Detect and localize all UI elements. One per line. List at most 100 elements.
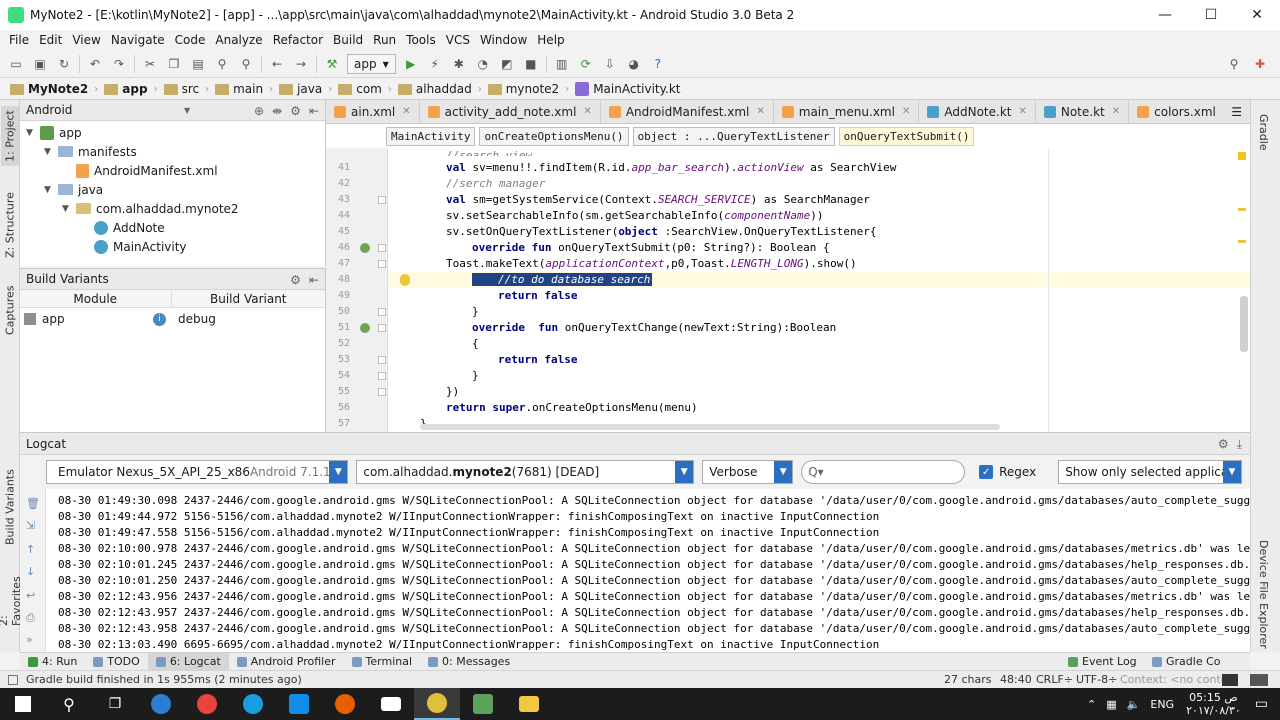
editor-vscrollbar[interactable]	[1240, 296, 1248, 352]
tab-project[interactable]: 1: Project	[1, 106, 19, 166]
expand-arrow-icon[interactable]: ▼	[26, 128, 38, 138]
minimize-button[interactable]: —	[1142, 0, 1188, 30]
windows-start-icon[interactable]	[0, 688, 46, 720]
soft-wrap-icon[interactable]: ↩	[26, 589, 40, 603]
bottom-tab-todo[interactable]: TODO	[85, 653, 148, 671]
up-arrow-icon[interactable]: ↑	[26, 543, 40, 557]
hide-panel-icon[interactable]: ⇤	[309, 104, 319, 118]
fold-marker-icon[interactable]	[378, 372, 386, 380]
fold-marker-icon[interactable]	[378, 308, 386, 316]
bottom-tab-0-messages[interactable]: 0: Messages	[420, 653, 518, 671]
firefox-icon[interactable]	[322, 688, 368, 720]
clock[interactable]: 05:15 ص ٢٠١٧/٠٨/٣٠	[1186, 691, 1241, 717]
process-select[interactable]: com.alhaddad. mynote2 (7681) [DEAD] ▼	[356, 460, 695, 484]
menu-code[interactable]: Code	[170, 33, 211, 47]
tree-item[interactable]: ▼ java	[20, 180, 325, 199]
redo-icon[interactable]: ↷	[108, 53, 130, 75]
hide-panel-icon[interactable]: ⤓	[1237, 437, 1242, 452]
nav-crumb[interactable]: app	[100, 82, 151, 96]
structure-crumb[interactable]: onCreateOptionsMenu()	[479, 127, 629, 146]
menu-analyze[interactable]: Analyze	[210, 33, 267, 47]
avd-manager-icon[interactable]: ▥	[551, 53, 573, 75]
close-tab-icon[interactable]: ✕	[756, 106, 764, 117]
clear-logcat-icon[interactable]: 🗑	[26, 497, 40, 511]
menu-edit[interactable]: Edit	[34, 33, 67, 47]
paste-icon[interactable]: ▤	[187, 53, 209, 75]
profile-icon[interactable]: ◔	[472, 53, 494, 75]
android-studio-taskbar-icon[interactable]	[414, 688, 460, 720]
skype-icon[interactable]	[230, 688, 276, 720]
replace-icon[interactable]: ⚲	[235, 53, 257, 75]
tree-item[interactable]: ▼ app	[20, 123, 325, 142]
menu-file[interactable]: File	[4, 33, 34, 47]
event-log-tab[interactable]: Event Log	[1060, 653, 1145, 671]
tree-item[interactable]: MainActivity	[20, 237, 325, 256]
cut-icon[interactable]: ✂	[139, 53, 161, 75]
chevron-down-icon[interactable]: ▼	[1223, 461, 1241, 483]
lightbulb-icon[interactable]	[400, 274, 410, 286]
sync-gradle-icon[interactable]: ⟳	[575, 53, 597, 75]
more-icon[interactable]: »	[26, 633, 40, 647]
close-tab-icon[interactable]: ✕	[1112, 106, 1120, 117]
stop-icon[interactable]: ■	[520, 53, 542, 75]
status-layout-icon[interactable]	[8, 674, 18, 685]
fold-marker-icon[interactable]	[378, 244, 386, 252]
back-icon[interactable]: ←	[266, 53, 288, 75]
forward-icon[interactable]: →	[290, 53, 312, 75]
search-everywhere-icon[interactable]: ⚲	[1223, 53, 1245, 75]
teamviewer-icon[interactable]	[276, 688, 322, 720]
gear-icon[interactable]: ⚙	[290, 273, 301, 287]
editor-tab[interactable]: Note.kt ✕	[1036, 100, 1130, 123]
editor-tab[interactable]: main_menu.xml ✕	[774, 100, 920, 123]
editor-tab[interactable]: AddNote.kt ✕	[919, 100, 1036, 123]
gradle-console-tab[interactable]: Gradle Co	[1144, 653, 1229, 671]
bottom-tab-terminal[interactable]: Terminal	[344, 653, 421, 671]
print-icon[interactable]: ⎙	[26, 611, 40, 625]
run-icon[interactable]: ▶	[400, 53, 422, 75]
structure-crumb[interactable]: onQueryTextSubmit()	[838, 127, 975, 146]
apply-changes-icon[interactable]: ⚡	[424, 53, 446, 75]
expand-arrow-icon[interactable]: ▼	[44, 185, 56, 195]
undo-icon[interactable]: ↶	[84, 53, 106, 75]
build-variant-select[interactable]: debug	[172, 312, 216, 326]
gear-icon[interactable]: ⚙	[1218, 437, 1229, 451]
editor-tab[interactable]: ain.xml ✕	[326, 100, 420, 123]
scroll-to-end-icon[interactable]: ⇲	[26, 519, 40, 533]
tree-item[interactable]: ▼ manifests	[20, 142, 325, 161]
help-icon[interactable]: ?	[647, 53, 669, 75]
hide-panel-icon[interactable]: ⇤	[309, 273, 319, 287]
close-tab-icon[interactable]: ✕	[402, 106, 410, 117]
tree-item[interactable]: AndroidManifest.xml	[20, 161, 325, 180]
tab-build-variants[interactable]: Build Variants	[1, 462, 19, 552]
nav-crumb[interactable]: com	[334, 82, 386, 96]
chrome-icon[interactable]	[184, 688, 230, 720]
fold-marker-icon[interactable]	[378, 324, 386, 332]
file-explorer-icon[interactable]	[506, 688, 552, 720]
attach-debugger-icon[interactable]: ◩	[496, 53, 518, 75]
editor-tab[interactable]: AndroidManifest.xml ✕	[601, 100, 774, 123]
tab-overflow-icon[interactable]: ☰	[1223, 100, 1250, 123]
menu-build[interactable]: Build	[328, 33, 368, 47]
bottom-tab-4-run[interactable]: 4: Run	[20, 653, 85, 671]
tab-structure[interactable]: Z: Structure	[1, 190, 19, 260]
pause-icon[interactable]	[1222, 674, 1238, 686]
nav-crumb[interactable]: MainActivity.kt	[571, 82, 684, 96]
menu-navigate[interactable]: Navigate	[106, 33, 170, 47]
fold-marker-icon[interactable]	[378, 260, 386, 268]
close-button[interactable]: ✕	[1234, 0, 1280, 30]
menu-run[interactable]: Run	[368, 33, 401, 47]
code-editor[interactable]: 41 42 43 44 45 46 47 48 49 50 51 52 53 54 55 56 57 //sea…	[326, 124, 1250, 432]
tab-gradle[interactable]: Gradle	[1257, 114, 1270, 151]
regex-checkbox[interactable]: ✓	[979, 465, 994, 479]
project-view-select[interactable]: Android	[26, 103, 72, 117]
close-tab-icon[interactable]: ✕	[1018, 106, 1026, 117]
maximize-button[interactable]: ☐	[1188, 0, 1234, 30]
gear-icon[interactable]: ⚙	[290, 104, 301, 118]
fold-marker-icon[interactable]	[378, 196, 386, 204]
search-icon[interactable]: ⚲	[46, 688, 92, 720]
nav-crumb[interactable]: mynote2	[484, 82, 563, 96]
structure-crumb[interactable]: MainActivity	[386, 127, 476, 146]
chevron-up-icon[interactable]: ⌃	[1087, 698, 1096, 711]
menu-view[interactable]: View	[67, 33, 105, 47]
mail-icon[interactable]	[368, 688, 414, 720]
